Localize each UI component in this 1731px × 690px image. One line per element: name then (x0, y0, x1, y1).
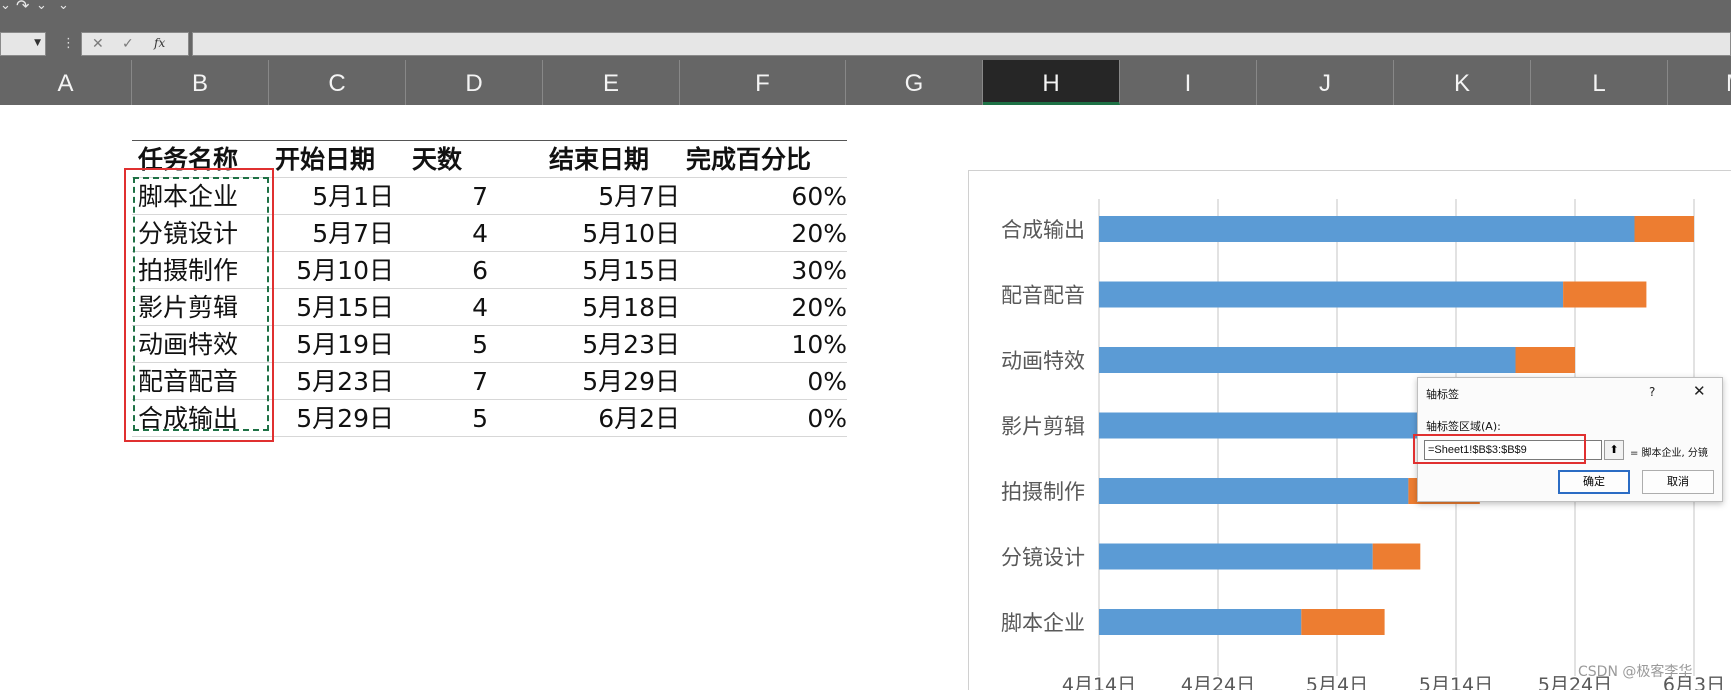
range-input-highlight (1413, 434, 1586, 464)
end-date-cell[interactable]: 5月23日 (582, 326, 680, 362)
column-header-b[interactable]: B (132, 60, 269, 105)
percent-cell[interactable]: 60% (791, 178, 847, 214)
start-date-cell[interactable]: 5月29日 (296, 400, 394, 436)
column-header-j[interactable]: J (1257, 60, 1394, 105)
header-start-date[interactable]: 开始日期 (275, 141, 375, 177)
start-date-cell[interactable]: 5月7日 (312, 215, 394, 251)
range-preview: = 脚本企业, 分镜 (1630, 448, 1708, 459)
percent-cell[interactable]: 20% (791, 215, 847, 251)
category-label: 脚本企业 (1001, 611, 1085, 635)
formula-bar: ▼ ⋮ ✕ ✓ fx (0, 30, 1731, 60)
bar-series-2 (1515, 347, 1575, 373)
days-cell[interactable]: 7 (472, 363, 488, 399)
column-header-h[interactable]: H (983, 60, 1120, 105)
end-date-cell[interactable]: 5月7日 (598, 178, 680, 214)
percent-cell[interactable]: 30% (791, 252, 847, 288)
bar-series-1 (1099, 347, 1516, 373)
days-cell[interactable]: 6 (472, 252, 488, 288)
formula-input[interactable] (192, 32, 1731, 56)
cancel-edit-icon[interactable]: ✕ (92, 36, 104, 52)
percent-cell[interactable]: 20% (791, 289, 847, 325)
end-date-cell[interactable]: 5月18日 (582, 289, 680, 325)
confirm-edit-icon[interactable]: ✓ (122, 36, 134, 52)
column-header-e[interactable]: E (543, 60, 680, 105)
copy-selection-marquee (133, 177, 269, 431)
watermark: CSDN @极客李华 (1578, 664, 1693, 680)
category-label: 拍摄制作 (1001, 480, 1085, 504)
days-cell[interactable]: 7 (472, 178, 488, 214)
customize-toolbar-icon[interactable]: ⌄ (58, 0, 69, 12)
column-header-c[interactable]: C (269, 60, 406, 105)
x-tick-label: 4月24日 (1181, 674, 1255, 690)
start-date-cell[interactable]: 5月23日 (296, 363, 394, 399)
days-cell[interactable]: 4 (472, 289, 488, 325)
column-header-i[interactable]: I (1120, 60, 1257, 105)
insert-function-icon[interactable]: fx (154, 36, 165, 50)
bar-series-1 (1099, 543, 1373, 570)
bar-series-2 (1634, 216, 1694, 242)
bar-series-1 (1099, 281, 1564, 308)
start-date-cell[interactable]: 5月10日 (296, 252, 394, 288)
header-days[interactable]: 天数 (412, 141, 462, 177)
column-headers: ABCDEFGHIJKLM (0, 60, 1731, 105)
category-label: 配音配音 (1001, 284, 1085, 308)
cancel-button[interactable]: 取消 (1642, 470, 1714, 494)
end-date-cell[interactable]: 5月29日 (582, 363, 680, 399)
category-label: 动画特效 (1001, 349, 1085, 373)
column-header-f[interactable]: F (680, 60, 846, 105)
quick-access-toolbar: ⌄ ↷ ⌄ ⌄ (0, 0, 1731, 30)
start-date-cell[interactable]: 5月15日 (296, 289, 394, 325)
dialog-title: 轴标签 (1426, 388, 1459, 401)
bar-series-2 (1372, 543, 1421, 570)
category-label: 分镜设计 (1001, 546, 1085, 570)
close-icon[interactable]: ✕ (1693, 382, 1706, 400)
axis-label-range-label: 轴标签区域(A): (1426, 420, 1501, 433)
column-header-a[interactable]: A (0, 60, 132, 105)
collapse-dialog-icon[interactable]: ⬆ (1604, 440, 1624, 460)
redo-dropdown-icon[interactable]: ⌄ (36, 0, 47, 12)
name-box[interactable]: ▼ (0, 32, 46, 56)
end-date-cell[interactable]: 6月2日 (598, 400, 680, 436)
name-box-dropdown-icon[interactable]: ▼ (34, 38, 41, 48)
header-percent-complete[interactable]: 完成百分比 (686, 141, 811, 177)
redo-icon[interactable]: ↷ (16, 0, 29, 14)
x-tick-label: 5月14日 (1419, 674, 1493, 690)
column-header-l[interactable]: L (1531, 60, 1668, 105)
start-date-cell[interactable]: 5月19日 (296, 326, 394, 362)
help-icon[interactable]: ? (1649, 385, 1655, 399)
end-date-cell[interactable]: 5月15日 (582, 252, 680, 288)
bar-series-1 (1099, 478, 1409, 504)
start-date-cell[interactable]: 5月1日 (312, 178, 394, 214)
formula-bar-resize-icon[interactable]: ⋮ (62, 36, 75, 51)
bar-series-1 (1099, 216, 1635, 242)
percent-cell[interactable]: 10% (791, 326, 847, 362)
column-header-d[interactable]: D (406, 60, 543, 105)
days-cell[interactable]: 5 (472, 326, 488, 362)
bar-series-2 (1301, 609, 1385, 635)
days-cell[interactable]: 4 (472, 215, 488, 251)
percent-cell[interactable]: 0% (807, 400, 847, 436)
undo-dropdown-icon[interactable]: ⌄ (0, 0, 11, 12)
header-end-date[interactable]: 结束日期 (549, 141, 649, 177)
end-date-cell[interactable]: 5月10日 (582, 215, 680, 251)
formula-buttons: ✕ ✓ fx (81, 32, 189, 56)
bar-series-2 (1563, 281, 1647, 308)
category-label: 合成输出 (1001, 218, 1085, 242)
bar-series-1 (1099, 609, 1302, 635)
column-header-k[interactable]: K (1394, 60, 1531, 105)
x-tick-label: 4月14日 (1062, 674, 1136, 690)
percent-cell[interactable]: 0% (807, 363, 847, 399)
column-header-m[interactable]: M (1668, 60, 1731, 105)
category-label: 影片剪辑 (1001, 415, 1085, 439)
column-header-g[interactable]: G (846, 60, 983, 105)
ok-button[interactable]: 确定 (1558, 470, 1630, 494)
days-cell[interactable]: 5 (472, 400, 488, 436)
x-tick-label: 5月4日 (1306, 674, 1368, 690)
